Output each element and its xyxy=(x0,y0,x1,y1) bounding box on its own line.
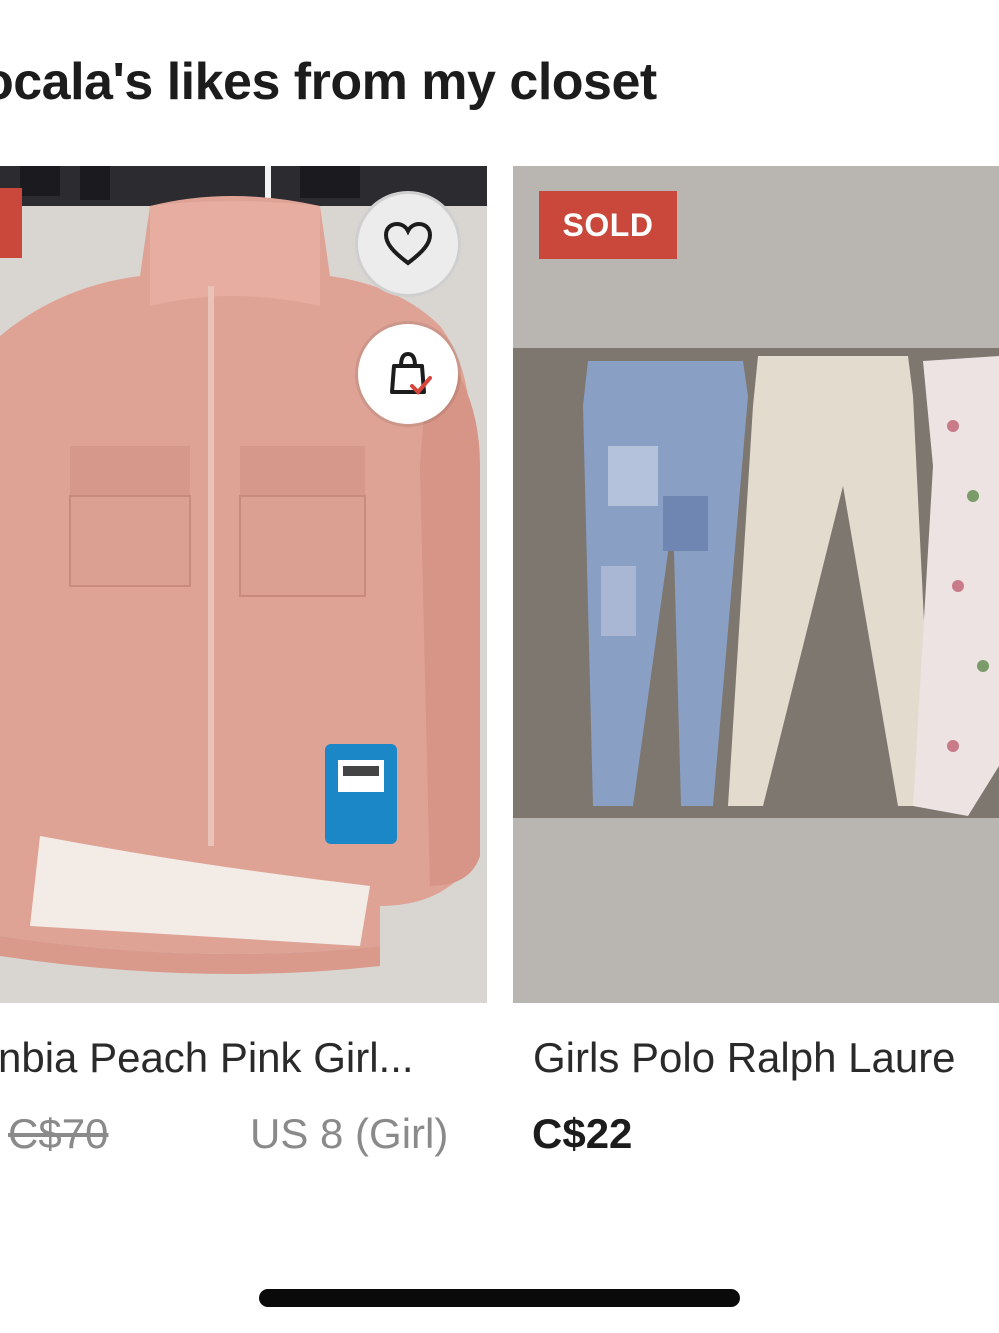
like-button[interactable] xyxy=(358,194,458,294)
listing-title[interactable]: Girls Polo Ralph Laure xyxy=(533,1034,956,1082)
listing-title[interactable]: nbia Peach Pink Girl... xyxy=(0,1034,414,1082)
heart-icon xyxy=(383,221,433,266)
sold-badge: SOLD xyxy=(539,191,677,259)
section-title: ocala's likes from my closet xyxy=(0,53,657,111)
listing-price: C$70 xyxy=(8,1110,109,1157)
listing-price: C$22 xyxy=(532,1110,633,1157)
listing-image-leggings[interactable]: SOLD xyxy=(513,166,999,1003)
home-indicator[interactable] xyxy=(259,1289,740,1307)
add-to-bundle-button[interactable] xyxy=(358,324,458,424)
listing-image-jacket[interactable] xyxy=(0,166,487,1003)
shopping-bag-check-icon xyxy=(390,351,432,395)
listing-size: US 8 (Girl) xyxy=(250,1110,449,1157)
leggings-photo xyxy=(513,166,999,1003)
